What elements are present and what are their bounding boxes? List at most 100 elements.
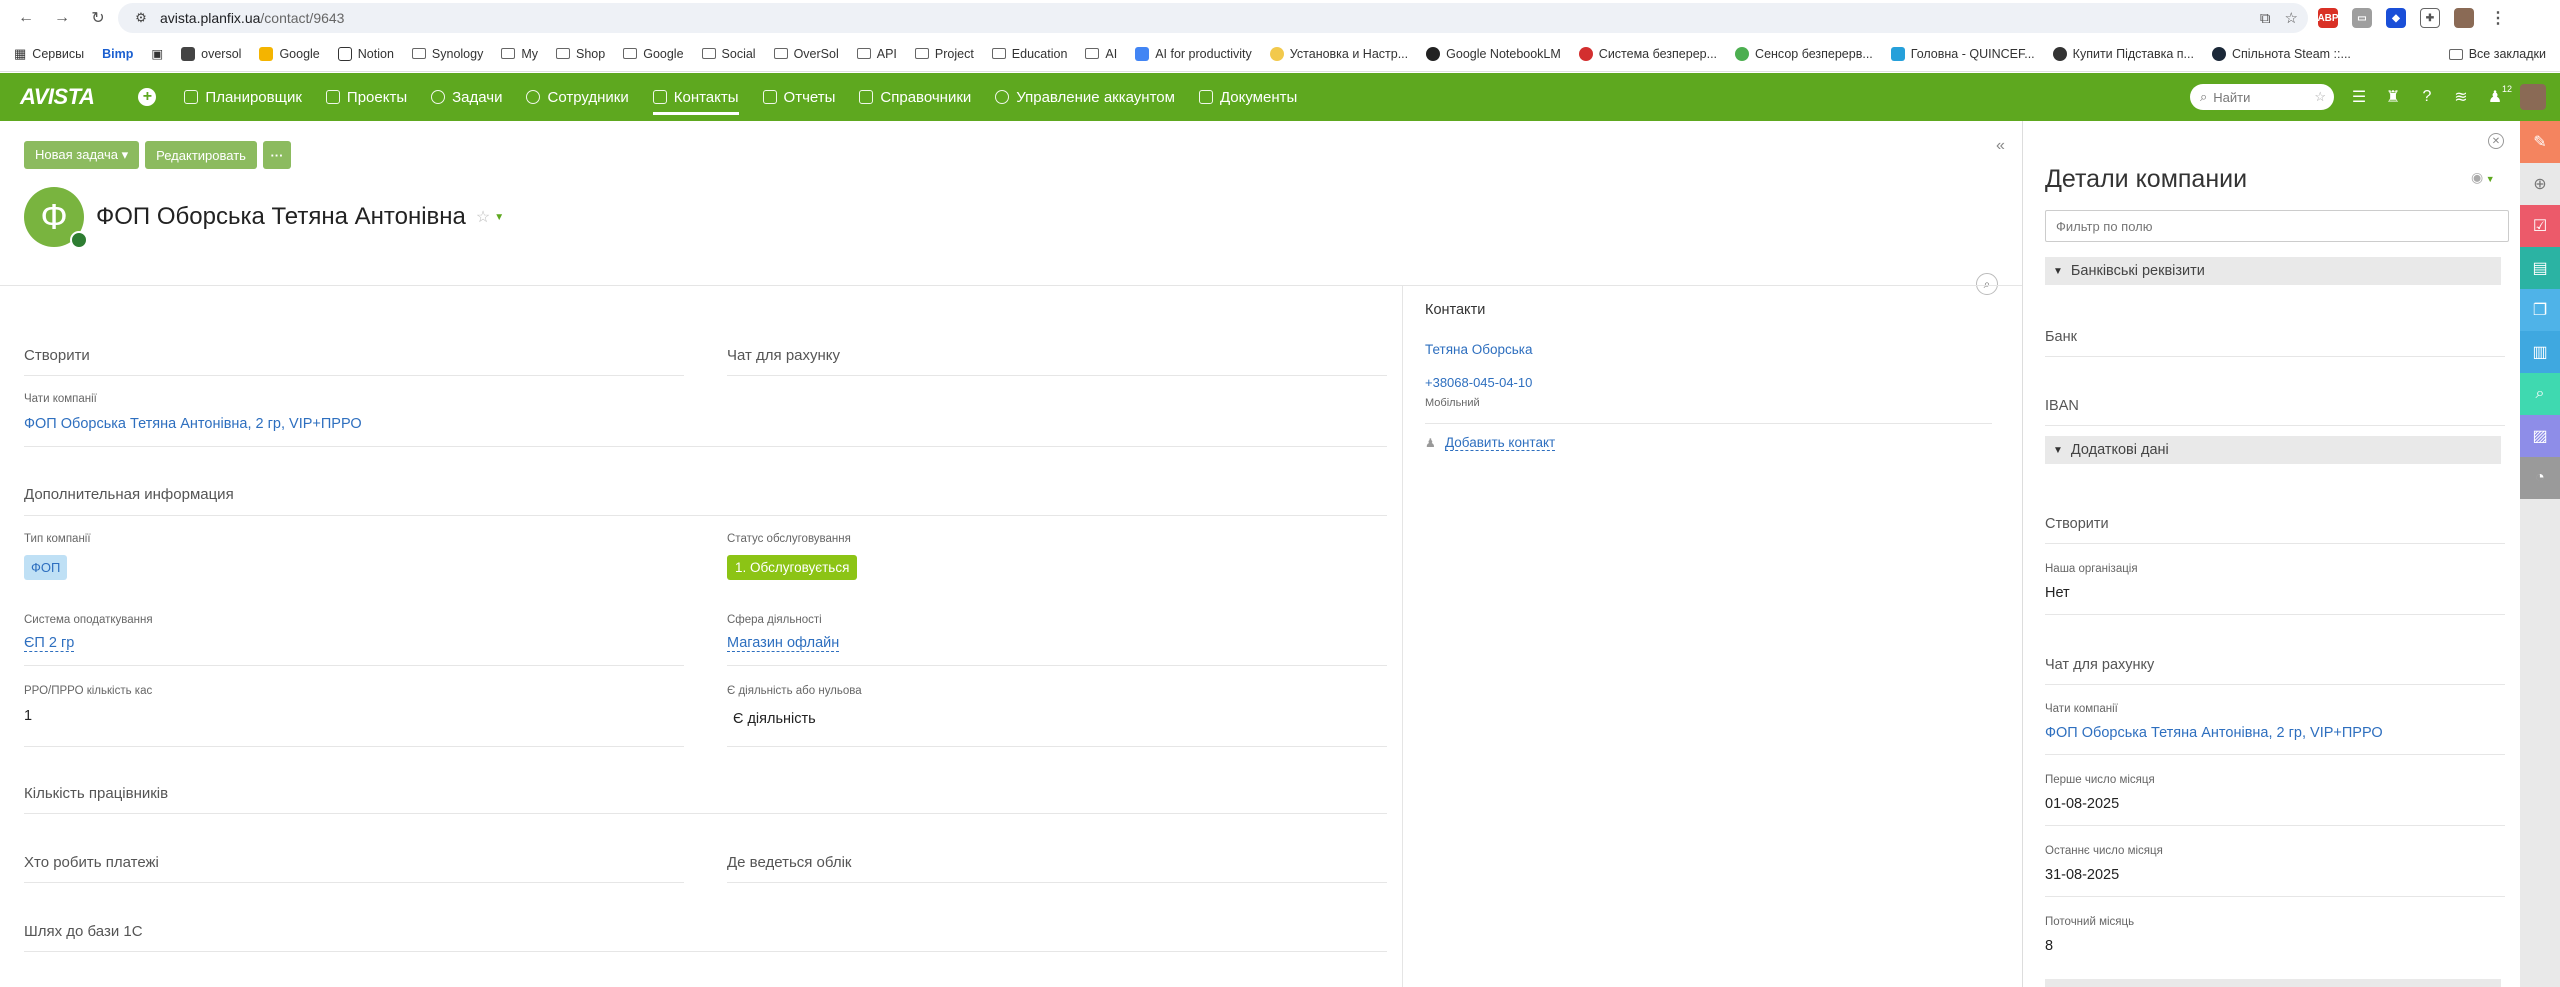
- bank-details-group[interactable]: ▼ Банківські реквізити: [2045, 257, 2501, 285]
- close-icon[interactable]: ✕: [2488, 133, 2504, 149]
- bookmark-ups-system[interactable]: Система безперер...: [1578, 46, 1717, 61]
- bookmark-ai-productivity[interactable]: AI for productivity: [1135, 46, 1252, 61]
- add-contact-button[interactable]: ♟ Добавить контакт: [1425, 435, 1556, 451]
- layers-icon[interactable]: ≋: [2452, 88, 2470, 106]
- rail-files-icon[interactable]: ❐: [2520, 289, 2560, 331]
- bookmark-grid[interactable]: ▣: [151, 46, 163, 61]
- rail-tasks-icon[interactable]: ☑: [2520, 205, 2560, 247]
- next-group-bar[interactable]: [2045, 979, 2501, 987]
- adblock-icon[interactable]: ABP: [2317, 8, 2339, 28]
- rail-chat-icon[interactable]: ✎: [2520, 121, 2560, 163]
- site-info-icon[interactable]: ⚙: [132, 9, 150, 27]
- current-month-value: 8: [2045, 938, 2054, 954]
- shield-icon[interactable]: ◆: [2386, 8, 2406, 28]
- has-activity-label: Є діяльність або нульова: [727, 685, 862, 697]
- nav-account-management[interactable]: Управление аккаунтом: [983, 73, 1187, 121]
- notifications-icon[interactable]: ♟ 12: [2486, 84, 2512, 106]
- search-icon: ⌕: [2200, 89, 2208, 104]
- forward-icon[interactable]: →: [48, 4, 76, 32]
- rail-pin-icon[interactable]: ⊕: [2520, 163, 2560, 205]
- menu-icon[interactable]: ⋮: [2488, 8, 2508, 28]
- tax-system-link[interactable]: ЄП 2 гр: [24, 635, 75, 652]
- more-button[interactable]: ···: [262, 141, 291, 169]
- edit-button[interactable]: Редактировать: [145, 141, 257, 169]
- search-icon[interactable]: ⌕: [1976, 273, 1998, 295]
- url-field[interactable]: ⚙ avista.planfix.ua/contact/9643 ⧉ ☆: [118, 3, 2308, 33]
- bookmark-setup[interactable]: Установка и Настр...: [1269, 46, 1408, 61]
- rail-search-icon[interactable]: ⌕: [2520, 373, 2560, 415]
- contact-phone-link[interactable]: +38068-045-04-10: [1425, 375, 1532, 390]
- bookmark-quincef[interactable]: Головна - QUINCEF...: [1890, 46, 2035, 61]
- nav-planner[interactable]: Планировщик: [172, 73, 313, 121]
- bookmark-stand[interactable]: Купити Підставка п...: [2052, 46, 2194, 61]
- additional-data-group[interactable]: ▼ Додаткові дані: [2045, 436, 2501, 464]
- star-icon[interactable]: ☆: [2314, 89, 2326, 105]
- reload-icon[interactable]: ↻: [84, 4, 112, 32]
- collapse-panel-icon[interactable]: «: [1996, 137, 2005, 155]
- new-task-button[interactable]: Новая задача ▾: [24, 141, 140, 169]
- contact-person-link[interactable]: Тетяна Оборська: [1425, 342, 1533, 357]
- nav-employees[interactable]: Сотрудники: [514, 73, 640, 121]
- bookmark-folder-ai[interactable]: AI: [1085, 47, 1117, 61]
- bookmark-bimp[interactable]: Bimp: [102, 47, 133, 61]
- company-chats-link[interactable]: ФОП Оборська Тетяна Антонівна, 2 гр, VIP…: [2045, 725, 2383, 741]
- triangle-down-icon: ▼: [2053, 444, 2063, 456]
- nav-directories[interactable]: Справочники: [847, 73, 983, 121]
- app-top-nav: AVISTA + Планировщик Проекты Задачи Сотр…: [0, 73, 2560, 121]
- divider: [1425, 423, 1992, 424]
- back-icon[interactable]: ←: [12, 4, 40, 32]
- activity-link[interactable]: Магазин офлайн: [727, 635, 840, 652]
- all-bookmarks[interactable]: Все закладки: [2448, 36, 2546, 72]
- bookmark-folder-synology[interactable]: Synology: [411, 47, 483, 61]
- bookmark-folder-api[interactable]: API: [856, 47, 897, 61]
- puzzle-icon[interactable]: ✚: [2420, 8, 2440, 28]
- field-filter-input[interactable]: [2045, 210, 2509, 242]
- tax-system-label: Система оподаткування: [24, 614, 153, 626]
- nav-tasks[interactable]: Задачи: [419, 73, 514, 121]
- list-menu-icon[interactable]: ☰: [2350, 88, 2368, 106]
- bookmark-steam[interactable]: Спільнота Steam ::...: [2211, 46, 2351, 61]
- extension-icon[interactable]: ▭: [2352, 8, 2372, 28]
- bookmark-services[interactable]: ▦ Сервисы: [14, 46, 84, 62]
- bookmark-star-icon[interactable]: ☆: [2285, 9, 2298, 27]
- bookmark-ups-sensor[interactable]: Сенсор безперерв...: [1735, 46, 1873, 61]
- favorite-star-icon[interactable]: ☆: [476, 207, 490, 227]
- bookmark-google-drive[interactable]: Google: [259, 46, 320, 61]
- install-app-icon[interactable]: ⧉: [2260, 10, 2271, 27]
- rail-projects-icon[interactable]: ▤: [2520, 247, 2560, 289]
- nav-reports[interactable]: Отчеты: [751, 73, 848, 121]
- nav-contacts[interactable]: Контакты: [641, 73, 751, 121]
- rail-documents-icon[interactable]: ▥: [2520, 331, 2560, 373]
- chevron-down-icon[interactable]: ▼: [494, 212, 504, 223]
- bookmark-folder-oversol[interactable]: OverSol: [773, 47, 839, 61]
- bookmark-notion[interactable]: Notion: [337, 46, 394, 61]
- company-chats-link[interactable]: ФОП Оборська Тетяна Антонівна, 2 гр, VIP…: [24, 416, 362, 432]
- app-logo[interactable]: AVISTA: [20, 84, 95, 110]
- company-chats-label: Чати компанії: [2045, 703, 2118, 715]
- bookmark-folder-shop[interactable]: Shop: [556, 47, 605, 61]
- bookmark-folder-google[interactable]: Google: [623, 47, 684, 61]
- bookmark-folder-project[interactable]: Project: [914, 47, 974, 61]
- nav-documents[interactable]: Документы: [1187, 73, 1309, 121]
- user-avatar[interactable]: [2520, 84, 2546, 110]
- contacts-title: Контакти: [1425, 302, 1486, 318]
- global-search[interactable]: ⌕ Найти ☆: [2190, 84, 2334, 110]
- has-activity-value: Є діяльність: [733, 711, 816, 727]
- main-content: Новая задача ▾ Редактировать ··· « Ф ФОП…: [0, 121, 2022, 987]
- apps-grid-icon: ▦: [14, 45, 27, 61]
- visibility-eye-icon[interactable]: ◉ ▼: [2471, 169, 2495, 186]
- bookmark-folder-education[interactable]: Education: [991, 47, 1067, 61]
- bookmark-notebooklm[interactable]: Google NotebookLM: [1426, 46, 1561, 61]
- profile-avatar[interactable]: [2454, 8, 2474, 28]
- bookmark-folder-social[interactable]: Social: [701, 47, 756, 61]
- add-icon[interactable]: +: [138, 88, 157, 106]
- favicon-icon: [1735, 46, 1750, 61]
- rail-history-icon[interactable]: ◔: [2520, 457, 2560, 499]
- rail-analytics-icon[interactable]: ▨: [2520, 415, 2560, 457]
- tower-icon[interactable]: ♜: [2384, 88, 2402, 106]
- contacts-icon: [652, 90, 667, 104]
- bookmark-oversol[interactable]: oversol: [181, 46, 241, 61]
- bookmark-folder-my[interactable]: My: [501, 47, 538, 61]
- help-icon[interactable]: ?: [2418, 88, 2436, 106]
- nav-projects[interactable]: Проекты: [314, 73, 419, 121]
